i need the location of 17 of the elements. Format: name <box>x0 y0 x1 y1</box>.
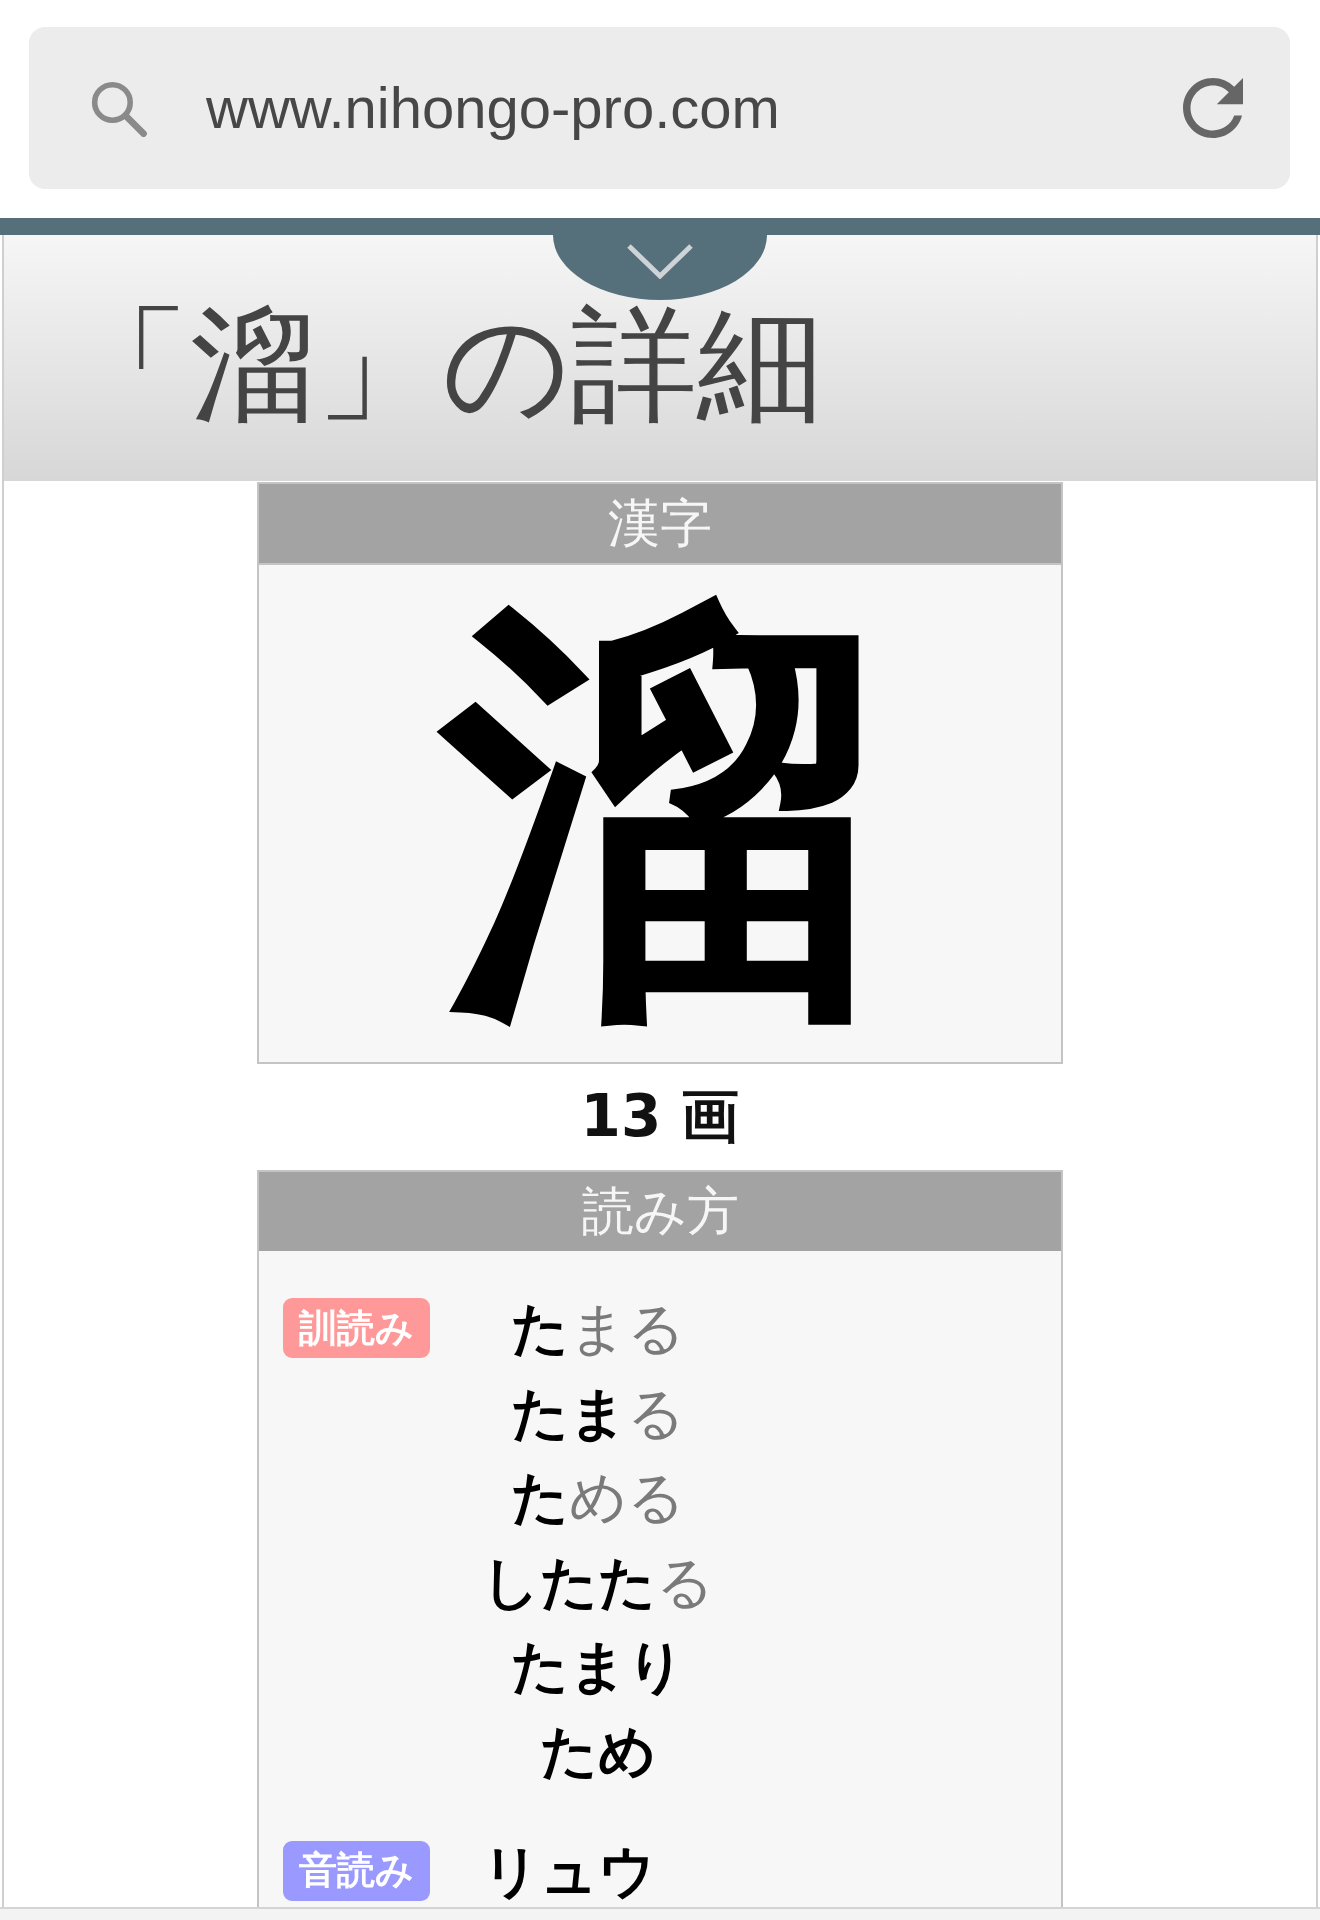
chevron-down-icon <box>626 243 694 279</box>
section-heading: 漢字 <box>259 484 1061 563</box>
reading-text: ためる <box>511 1465 685 1529</box>
reading-text: たまり <box>511 1634 685 1698</box>
reading-type-tag: 訓読み <box>283 1298 430 1358</box>
reading-text: ため <box>540 1718 656 1783</box>
reading-text: リュウ <box>482 1838 656 1903</box>
section-heading: 読み方 <box>259 1172 1061 1251</box>
reading-type-tag: 音読み <box>283 1840 430 1901</box>
stroke-count: 13 画 <box>580 1082 740 1152</box>
page-title: 「溜」の詳細 <box>64 302 823 428</box>
reading-text: たまる <box>511 1296 685 1360</box>
reload-icon[interactable] <box>1183 78 1243 138</box>
url-text: www.nihongo-pro.com <box>206 74 781 143</box>
reading-text: したたる <box>482 1549 714 1614</box>
address-field[interactable]: www.nihongo-pro.com <box>29 27 1290 189</box>
reading-text: たまる <box>511 1380 685 1445</box>
